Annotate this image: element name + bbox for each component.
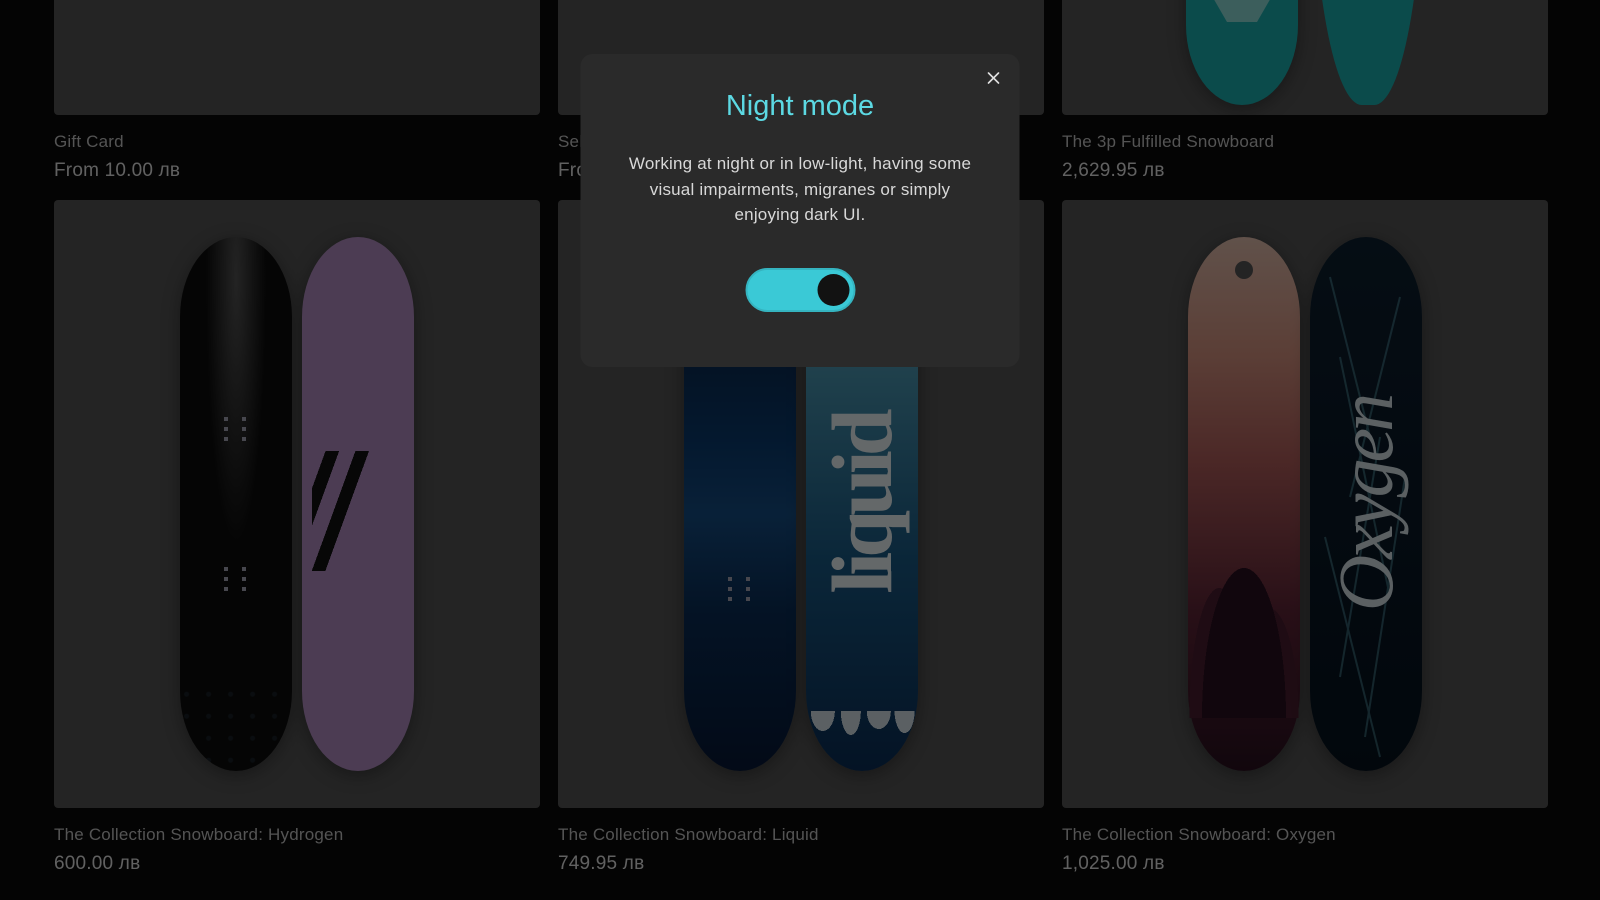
close-button[interactable] — [984, 68, 1004, 88]
night-mode-toggle[interactable] — [745, 268, 855, 312]
toggle-knob — [817, 274, 849, 306]
modal-title: Night mode — [613, 90, 988, 123]
close-icon — [988, 72, 1000, 84]
night-mode-modal: Night mode Working at night or in low-li… — [581, 54, 1020, 367]
modal-description: Working at night or in low-light, having… — [613, 151, 988, 228]
